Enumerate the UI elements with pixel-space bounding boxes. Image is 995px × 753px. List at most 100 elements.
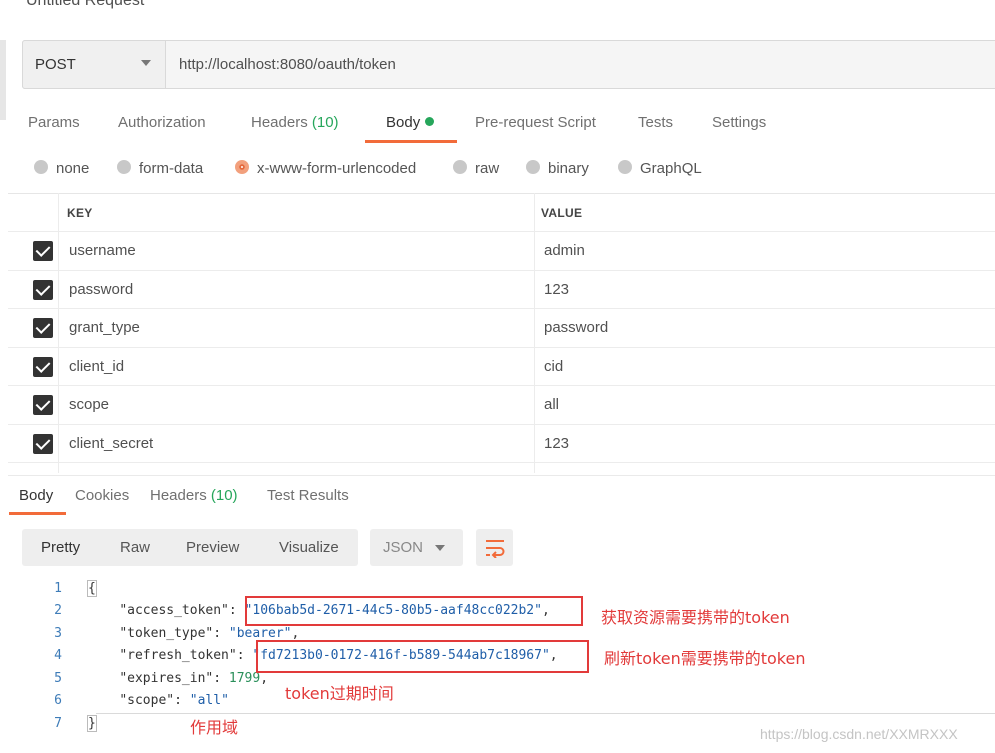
json-key: "expires_in" xyxy=(119,671,214,686)
url-bar[interactable] xyxy=(22,40,995,89)
response-tab-test-results[interactable]: Test Results xyxy=(267,487,349,504)
wrap-lines-icon xyxy=(486,540,505,558)
row-divider xyxy=(8,385,995,386)
response-tab-headers[interactable]: Headers (10) xyxy=(150,487,238,504)
json-value[interactable]: "bearer" xyxy=(229,626,292,641)
tab-authorization[interactable]: Authorization xyxy=(118,114,206,131)
table-cell-key[interactable]: client_id xyxy=(69,358,124,375)
code-line: 5 "expires_in": 1799, xyxy=(40,668,268,690)
json-value[interactable]: 1799 xyxy=(229,671,260,686)
radio-icon xyxy=(453,160,467,174)
table-cell-value[interactable]: all xyxy=(544,396,559,413)
highlight-box-refresh-token xyxy=(256,640,589,673)
line-number: 6 xyxy=(54,693,62,708)
annotation-access-token: 获取资源需要携带的token xyxy=(601,608,790,627)
row-checkbox[interactable] xyxy=(33,357,53,377)
radio-label: binary xyxy=(548,160,589,177)
tab-label: Headers xyxy=(251,114,308,131)
radio-binary[interactable]: binary xyxy=(526,160,589,177)
chevron-down-icon xyxy=(435,545,445,551)
active-tab-indicator xyxy=(365,140,457,143)
tab-pre-request-script[interactable]: Pre-request Script xyxy=(475,114,596,131)
tab-label: Test Results xyxy=(267,487,349,504)
row-divider xyxy=(8,231,995,232)
tab-label: Settings xyxy=(712,114,767,131)
radio-raw[interactable]: raw xyxy=(453,160,499,177)
annotation-expires: token过期时间 xyxy=(285,684,394,703)
row-divider xyxy=(8,270,995,271)
radio-label: GraphQL xyxy=(640,160,702,177)
json-key: "refresh_token" xyxy=(119,648,237,663)
headers-count: (10) xyxy=(210,487,238,504)
table-cell-key[interactable]: grant_type xyxy=(69,319,140,336)
tab-label: Headers xyxy=(150,487,207,504)
watermark: https://blog.csdn.net/XXMRXXX xyxy=(760,726,958,742)
code-line: 7} xyxy=(40,713,97,735)
url-input[interactable]: http://localhost:8080/oauth/token xyxy=(179,56,396,73)
wrap-lines-button[interactable] xyxy=(476,529,513,566)
radio-icon xyxy=(618,160,632,174)
annotation-scope: 作用域 xyxy=(190,718,239,737)
table-cell-value[interactable]: 123 xyxy=(544,435,569,452)
tab-body[interactable]: Body xyxy=(386,114,435,131)
row-divider xyxy=(8,462,995,463)
radio-selected-icon xyxy=(235,160,249,174)
chevron-down-icon[interactable] xyxy=(141,60,151,66)
code-line: 1{ xyxy=(40,578,97,600)
radio-x-www-form-urlencoded[interactable]: x-www-form-urlencoded xyxy=(235,160,416,177)
table-cell-value[interactable]: password xyxy=(544,319,608,336)
column-divider xyxy=(58,193,59,473)
json-comma: , xyxy=(291,626,300,641)
tab-label: Tests xyxy=(638,114,674,131)
radio-icon xyxy=(526,160,540,174)
table-cell-value[interactable]: cid xyxy=(544,358,563,375)
format-preview-button[interactable]: Preview xyxy=(186,539,239,556)
radio-icon xyxy=(34,160,48,174)
table-cell-value[interactable]: admin xyxy=(544,242,585,259)
tab-headers[interactable]: Headers (10) xyxy=(251,114,339,131)
json-comma: , xyxy=(260,671,269,686)
table-header-key: KEY xyxy=(67,206,93,220)
column-divider xyxy=(534,193,535,473)
json-key: "token_type" xyxy=(119,626,214,641)
json-key: "scope" xyxy=(119,693,175,708)
line-number: 2 xyxy=(54,603,62,618)
headers-count: (10) xyxy=(311,114,339,131)
row-checkbox[interactable] xyxy=(33,241,53,261)
table-cell-key[interactable]: client_secret xyxy=(69,435,153,452)
radio-form-data[interactable]: form-data xyxy=(117,160,203,177)
code-line: 6 "scope": "all" xyxy=(40,690,229,712)
json-value[interactable]: "all" xyxy=(190,693,229,708)
format-visualize-button[interactable]: Visualize xyxy=(279,539,339,556)
table-cell-key[interactable]: password xyxy=(69,281,133,298)
annotation-refresh-token: 刷新token需要携带的token xyxy=(604,649,806,668)
tab-label: Pre-request Script xyxy=(475,114,596,131)
tab-tests[interactable]: Tests xyxy=(638,114,673,131)
radio-none[interactable]: none xyxy=(34,160,89,177)
tab-params[interactable]: Params xyxy=(28,114,80,131)
row-checkbox[interactable] xyxy=(33,434,53,454)
format-raw-button[interactable]: Raw xyxy=(120,539,150,556)
sidebar-edge xyxy=(0,40,6,120)
radio-graphql[interactable]: GraphQL xyxy=(618,160,702,177)
request-title: Untitled Request xyxy=(26,0,145,9)
row-checkbox[interactable] xyxy=(33,395,53,415)
status-dot-icon xyxy=(425,117,435,126)
table-cell-key[interactable]: username xyxy=(69,242,136,259)
row-divider xyxy=(8,424,995,425)
line-number: 5 xyxy=(54,671,62,686)
tab-label: Body xyxy=(386,114,421,131)
table-cell-key[interactable]: scope xyxy=(69,396,109,413)
tab-label: Cookies xyxy=(75,487,130,504)
row-checkbox[interactable] xyxy=(33,318,53,338)
tab-settings[interactable]: Settings xyxy=(712,114,766,131)
response-tab-body[interactable]: Body xyxy=(19,487,53,504)
radio-label: raw xyxy=(475,160,500,177)
line-number: 7 xyxy=(54,716,62,731)
response-tab-cookies[interactable]: Cookies xyxy=(75,487,129,504)
row-checkbox[interactable] xyxy=(33,280,53,300)
format-pretty-button[interactable]: Pretty xyxy=(41,539,80,556)
radio-icon xyxy=(117,160,131,174)
tab-label: Authorization xyxy=(118,114,206,131)
table-cell-value[interactable]: 123 xyxy=(544,281,569,298)
